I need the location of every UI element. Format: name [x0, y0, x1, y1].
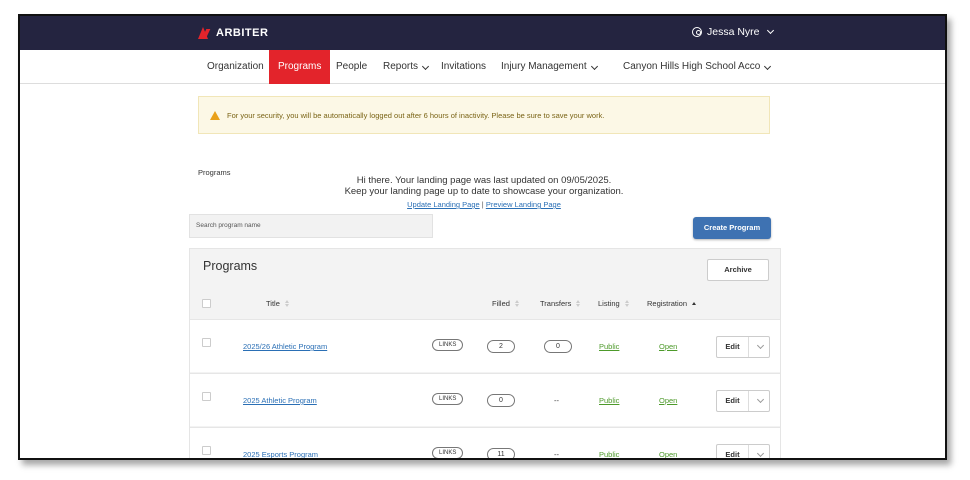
column-registration[interactable]: Registration: [647, 299, 697, 308]
registration-status[interactable]: Open: [659, 342, 677, 351]
edit-dropdown-toggle[interactable]: [749, 391, 769, 411]
filled-count[interactable]: 11: [487, 448, 515, 458]
security-alert: For your security, you will be automatic…: [198, 96, 770, 134]
preview-landing-page-link[interactable]: Preview Landing Page: [486, 200, 561, 209]
table-row: 2025/26 Athletic Program LINKS 2 0 Publi…: [190, 319, 780, 372]
sort-icon: [576, 300, 581, 307]
sort-icon: [284, 300, 289, 307]
column-label: Transfers: [540, 299, 572, 308]
create-program-button[interactable]: Create Program: [693, 217, 771, 239]
breadcrumb: Programs: [198, 168, 231, 177]
chevron-down-icon: [756, 341, 765, 350]
arbiter-logo-icon: [198, 27, 212, 39]
top-bar: ARBITER Jessa Nyre: [20, 16, 945, 50]
arbiter-logo[interactable]: ARBITER: [198, 27, 268, 39]
column-label: Filled: [492, 299, 510, 308]
transfers-value: --: [554, 450, 559, 459]
main-nav: Organization Programs People Reports Inv…: [20, 50, 945, 84]
column-title[interactable]: Title: [266, 299, 289, 308]
user-avatar-icon: [692, 27, 702, 37]
listing-status[interactable]: Public: [599, 342, 619, 351]
nav-organization[interactable]: Organization: [198, 50, 273, 84]
chevron-down-icon: [766, 26, 774, 35]
chevron-down-icon: [421, 62, 430, 71]
nav-label: Invitations: [441, 61, 487, 72]
edit-button-group: Edit: [716, 444, 770, 458]
column-filled[interactable]: Filled: [492, 299, 519, 308]
column-listing[interactable]: Listing: [598, 299, 629, 308]
row-checkbox[interactable]: [202, 446, 211, 455]
warning-icon: [210, 110, 220, 120]
table-header: Title Filled Transfers Listing Registrat…: [190, 289, 780, 319]
nav-people[interactable]: People: [327, 50, 376, 84]
chevron-down-icon: [756, 449, 765, 458]
edit-button[interactable]: Edit: [717, 337, 749, 357]
landing-links: Update Landing Page | Preview Landing Pa…: [300, 200, 668, 209]
listing-status[interactable]: Public: [599, 396, 619, 405]
edit-button-group: Edit: [716, 336, 770, 358]
program-title-link[interactable]: 2025 Athletic Program: [243, 396, 317, 405]
chevron-down-icon: [756, 395, 765, 404]
landing-notice-line-2: Keep your landing page up to date to sho…: [344, 186, 624, 197]
filled-count[interactable]: 2: [487, 340, 515, 353]
brand-name: ARBITER: [216, 27, 269, 39]
nav-programs[interactable]: Programs: [269, 50, 331, 84]
nav-label: People: [336, 61, 368, 72]
nav-injury-management[interactable]: Injury Management: [492, 50, 606, 84]
nav-reports[interactable]: Reports: [374, 50, 437, 84]
column-label: Title: [266, 299, 280, 308]
chevron-down-icon: [764, 62, 772, 71]
nav-label: Programs: [278, 61, 322, 72]
program-title-link[interactable]: 2025/26 Athletic Program: [243, 342, 327, 351]
user-menu[interactable]: Jessa Nyre: [692, 26, 774, 38]
links-button[interactable]: LINKS: [432, 339, 464, 351]
alert-text: For your security, you will be automatic…: [227, 110, 605, 120]
listing-status[interactable]: Public: [599, 450, 619, 458]
table-row: 2025 Athletic Program LINKS 0 -- Public …: [190, 373, 780, 426]
table-row: 2025 Esports Program LINKS 11 -- Public …: [190, 427, 780, 459]
landing-notice-line-1: Hi there. Your landing page was last upd…: [356, 175, 612, 186]
edit-dropdown-toggle[interactable]: [749, 337, 769, 357]
nav-organization-switcher[interactable]: Canyon Hills High School Acco: [614, 50, 779, 84]
edit-button[interactable]: Edit: [717, 391, 749, 411]
filled-count[interactable]: 0: [487, 394, 515, 407]
nav-label: Canyon Hills High School Acco: [623, 61, 761, 72]
user-name: Jessa Nyre: [707, 26, 760, 38]
programs-panel-title: Programs: [203, 259, 258, 273]
row-checkbox[interactable]: [202, 338, 211, 347]
edit-button-group: Edit: [716, 390, 770, 412]
edit-button[interactable]: Edit: [717, 445, 749, 458]
app-window: ARBITER Jessa Nyre Organization Programs…: [18, 14, 947, 460]
nav-label: Injury Management: [501, 61, 587, 72]
registration-status[interactable]: Open: [659, 450, 677, 458]
column-label: Listing: [598, 299, 620, 308]
nav-label: Organization: [207, 61, 264, 72]
transfers-count[interactable]: 0: [544, 340, 572, 353]
program-title-link[interactable]: 2025 Esports Program: [243, 450, 318, 458]
archive-button[interactable]: Archive: [707, 259, 769, 281]
programs-panel: Programs Archive Title Filled Transfers …: [189, 248, 781, 459]
search-input[interactable]: Search program name: [189, 214, 433, 238]
sort-icon: [692, 302, 697, 305]
sort-icon: [624, 300, 629, 307]
column-label: Registration: [647, 299, 688, 308]
column-transfers[interactable]: Transfers: [540, 299, 581, 308]
nav-label: Reports: [383, 61, 419, 72]
landing-page-notice: Hi there. Your landing page was last upd…: [300, 175, 668, 197]
chevron-down-icon: [590, 62, 598, 71]
sort-icon: [514, 300, 519, 307]
transfers-value: --: [554, 396, 559, 405]
update-landing-page-link[interactable]: Update Landing Page: [407, 200, 480, 209]
nav-invitations[interactable]: Invitations: [432, 50, 495, 84]
links-button[interactable]: LINKS: [432, 447, 464, 458]
registration-status[interactable]: Open: [659, 396, 677, 405]
select-all-checkbox[interactable]: [202, 299, 211, 308]
links-button[interactable]: LINKS: [432, 393, 464, 405]
row-checkbox[interactable]: [202, 392, 211, 401]
link-separator: |: [481, 200, 484, 209]
edit-dropdown-toggle[interactable]: [749, 445, 769, 458]
